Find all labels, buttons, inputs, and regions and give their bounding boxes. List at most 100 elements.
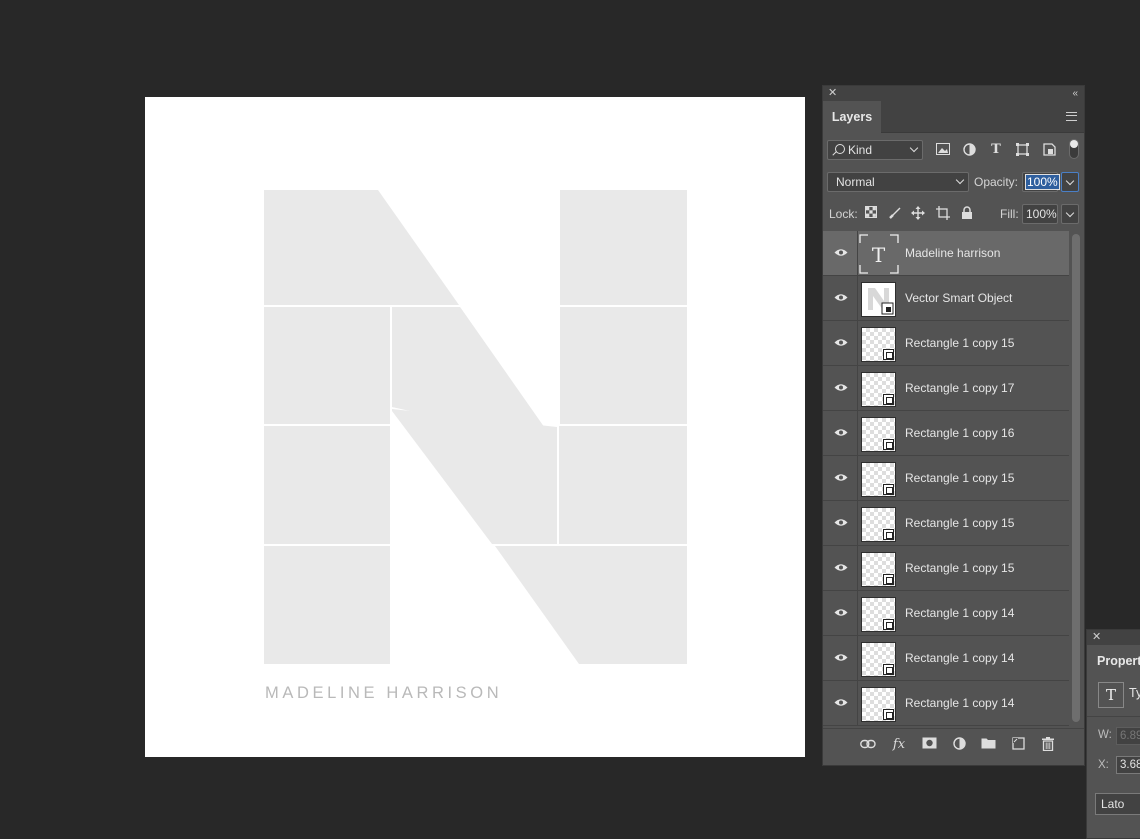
- visibility-eye-icon[interactable]: [834, 698, 848, 707]
- visibility-eye-icon[interactable]: [834, 248, 848, 257]
- layer-row-shape[interactable]: Rectangle 1 copy 14: [823, 591, 1069, 636]
- layer-name: Rectangle 1 copy 15: [905, 471, 1015, 485]
- layer-row-shape[interactable]: Rectangle 1 copy 14: [823, 636, 1069, 681]
- layer-name: Rectangle 1 copy 15: [905, 561, 1015, 575]
- smart-object-filter-icon[interactable]: [1041, 141, 1057, 157]
- shape-layer-thumbnail: [861, 417, 896, 452]
- type-label: Ty: [1129, 686, 1140, 700]
- lock-all-icon[interactable]: [960, 206, 974, 220]
- tab-properties[interactable]: Properti: [1087, 645, 1140, 677]
- x-label: X:: [1098, 759, 1109, 771]
- row-divider: [857, 636, 858, 680]
- shape-layer-thumbnail: [861, 642, 896, 677]
- tile-top-left: [264, 190, 459, 305]
- adjustment-layer-icon[interactable]: [950, 737, 968, 753]
- link-layers-icon[interactable]: [859, 737, 877, 753]
- layer-name: Madeline harrison: [905, 246, 1001, 260]
- layer-row-shape[interactable]: Rectangle 1 copy 14: [823, 681, 1069, 726]
- shape-layer-thumbnail: [861, 327, 896, 362]
- image-filter-icon[interactable]: [935, 141, 951, 157]
- shape-layer-thumbnail: [861, 372, 896, 407]
- chevron-down-icon: [1065, 176, 1075, 186]
- kind-label: Kind: [848, 143, 873, 157]
- layer-row-shape[interactable]: Rectangle 1 copy 16: [823, 411, 1069, 456]
- adjustment-filter-icon[interactable]: [961, 141, 977, 157]
- filter-toggle[interactable]: [1069, 139, 1079, 159]
- layers-footer: fx: [823, 728, 1084, 765]
- layer-name: Rectangle 1 copy 17: [905, 381, 1015, 395]
- document-canvas[interactable]: MADELINE HARRISON: [145, 97, 805, 757]
- close-icon[interactable]: ✕: [828, 86, 837, 101]
- tile-right-3: [559, 426, 687, 544]
- divider: [1087, 716, 1140, 717]
- properties-titlebar: ✕: [1087, 630, 1140, 645]
- row-divider: [857, 411, 858, 455]
- fill-dropdown[interactable]: [1061, 204, 1079, 224]
- filter-row: Kind T: [823, 134, 1084, 164]
- shape-badge-icon: [883, 709, 894, 720]
- layer-row-shape[interactable]: Rectangle 1 copy 15: [823, 501, 1069, 546]
- fill-label: Fill:: [1000, 207, 1019, 221]
- panel-titlebar: ✕ «: [823, 86, 1084, 101]
- layer-name: Rectangle 1 copy 16: [905, 426, 1015, 440]
- type-icon: T: [871, 243, 886, 267]
- lock-label: Lock:: [829, 207, 858, 221]
- row-divider: [857, 546, 858, 590]
- new-group-folder-icon[interactable]: [979, 737, 997, 753]
- lock-position-icon[interactable]: [911, 206, 925, 220]
- visibility-eye-icon[interactable]: [834, 293, 848, 302]
- trash-icon[interactable]: [1039, 737, 1057, 753]
- layer-style-fx-icon[interactable]: fx: [890, 737, 908, 753]
- lock-image-pixels-icon[interactable]: [888, 206, 902, 220]
- opacity-input[interactable]: 100%: [1022, 172, 1060, 192]
- shape-badge-icon: [883, 484, 894, 495]
- panel-menu-icon[interactable]: [1066, 112, 1077, 121]
- x-input[interactable]: 3.68: [1116, 756, 1140, 774]
- visibility-eye-icon[interactable]: [834, 653, 848, 662]
- visibility-eye-icon[interactable]: [834, 608, 848, 617]
- close-icon[interactable]: ✕: [1092, 630, 1101, 645]
- layer-name: Rectangle 1 copy 15: [905, 516, 1015, 530]
- width-input[interactable]: 6.89: [1116, 727, 1140, 745]
- tile-left-2: [264, 307, 390, 424]
- shape-filter-icon[interactable]: [1014, 141, 1030, 157]
- layer-name: Vector Smart Object: [905, 291, 1013, 305]
- row-divider: [857, 456, 858, 500]
- layer-row-shape[interactable]: Rectangle 1 copy 15: [823, 456, 1069, 501]
- visibility-eye-icon[interactable]: [834, 338, 848, 347]
- shape-badge-icon: [883, 529, 894, 540]
- fill-input[interactable]: 100%: [1022, 204, 1058, 224]
- shape-layer-thumbnail: [861, 597, 896, 632]
- blend-mode-value: Normal: [836, 175, 875, 189]
- visibility-eye-icon[interactable]: [834, 428, 848, 437]
- font-family-select[interactable]: Lato: [1095, 793, 1140, 815]
- visibility-eye-icon[interactable]: [834, 563, 848, 572]
- blend-mode-select[interactable]: Normal: [827, 172, 969, 192]
- layer-name: Rectangle 1 copy 14: [905, 696, 1015, 710]
- properties-panel: ✕ Properti T Ty W: 6.89 X: 3.68 Lato: [1086, 629, 1140, 839]
- visibility-eye-icon[interactable]: [834, 473, 848, 482]
- visibility-eye-icon[interactable]: [834, 518, 848, 527]
- lock-transparent-pixels-icon[interactable]: [864, 206, 878, 220]
- search-icon: [835, 144, 845, 154]
- tab-layers[interactable]: Layers: [823, 101, 881, 133]
- kind-filter-select[interactable]: Kind: [827, 140, 923, 160]
- row-divider: [857, 321, 858, 365]
- layer-row-smart-object[interactable]: Vector Smart Object: [823, 276, 1069, 321]
- fill-value: 100%: [1026, 207, 1057, 221]
- lock-artboard-icon[interactable]: [936, 206, 950, 220]
- text-layer-thumbnail: T: [859, 234, 899, 274]
- new-layer-icon[interactable]: [1009, 737, 1027, 753]
- type-filter-icon[interactable]: T: [988, 141, 1004, 157]
- layer-row-shape[interactable]: Rectangle 1 copy 17: [823, 366, 1069, 411]
- layer-row-text[interactable]: T Madeline harrison: [823, 231, 1069, 276]
- layer-list-scrollbar[interactable]: [1072, 234, 1080, 722]
- layer-row-shape[interactable]: Rectangle 1 copy 15: [823, 546, 1069, 591]
- opacity-dropdown[interactable]: [1061, 172, 1079, 192]
- layer-mask-icon[interactable]: [920, 737, 938, 753]
- visibility-eye-icon[interactable]: [834, 383, 848, 392]
- shape-layer-thumbnail: [861, 687, 896, 722]
- collapse-icon[interactable]: «: [1072, 86, 1078, 101]
- layer-row-shape[interactable]: Rectangle 1 copy 15: [823, 321, 1069, 366]
- shape-layer-thumbnail: [861, 462, 896, 497]
